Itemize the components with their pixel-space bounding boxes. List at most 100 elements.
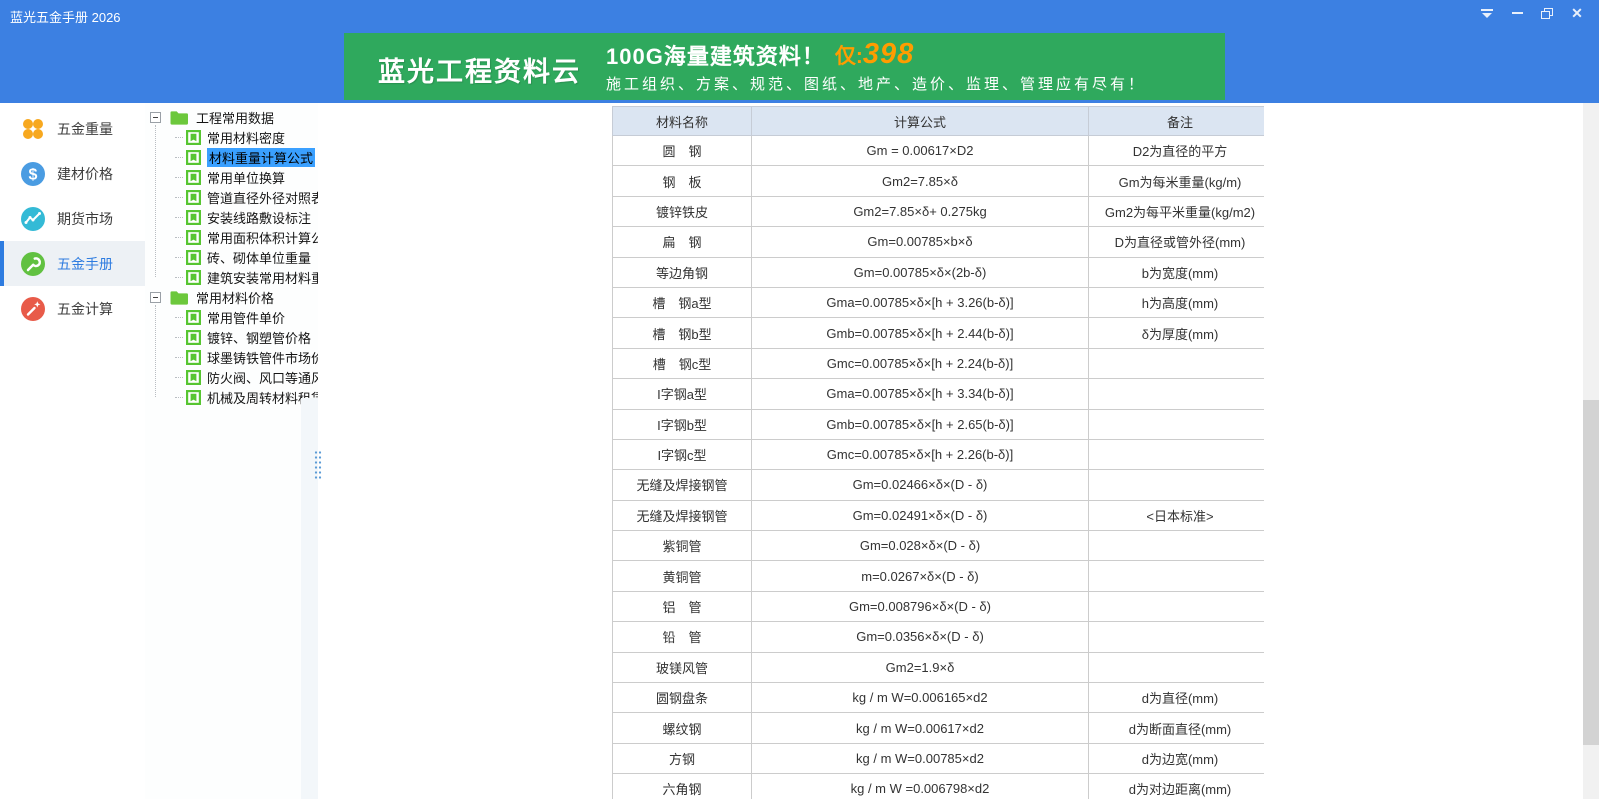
tree-item[interactable]: 安装线路敷设标注	[145, 207, 318, 227]
document-icon	[186, 250, 201, 265]
note-cell	[1089, 470, 1265, 500]
tree-item[interactable]: 建筑安装常用材料重	[145, 267, 318, 287]
note-cell	[1089, 531, 1265, 561]
tree-item[interactable]: 机械及周转材料租赁	[145, 387, 318, 407]
note-cell: d为断面直径(mm)	[1089, 713, 1265, 743]
tree-item[interactable]: 常用面积体积计算公	[145, 227, 318, 247]
material-name-cell: I字钢b型	[613, 409, 752, 439]
note-cell	[1089, 409, 1265, 439]
tree-item[interactable]: 球墨铸铁管件市场价	[145, 347, 318, 367]
formula-cell: Gma=0.00785×δ×[h + 3.34(b-δ)]	[752, 379, 1089, 409]
document-icon	[186, 170, 201, 185]
formula-cell: Gm2=1.9×δ	[752, 652, 1089, 682]
note-cell: Gm2为每平米重量(kg/m2)	[1089, 196, 1265, 226]
sidebar-item-3[interactable]: 期货市场	[0, 196, 145, 241]
calc-icon	[20, 296, 46, 322]
formula-cell: Gm=0.02491×δ×(D - δ)	[752, 500, 1089, 530]
tree-item-label: 常用管件单价	[207, 308, 285, 327]
sidebar-item-2[interactable]: $建材价格	[0, 151, 145, 196]
material-name-cell: 黄铜管	[613, 561, 752, 591]
note-cell: D2为直径的平方	[1089, 136, 1265, 166]
formula-cell: kg / m W=0.00617×d2	[752, 713, 1089, 743]
note-cell	[1089, 591, 1265, 621]
tree-item[interactable]: 镀锌、钢塑管价格	[145, 327, 318, 347]
tree-connector-stub	[175, 137, 183, 138]
document-icon	[186, 230, 201, 245]
table-row: 等边角钢Gm=0.00785×δ×(2b-δ)b为宽度(mm)	[613, 257, 1265, 287]
tree-item-label: 建筑安装常用材料重	[207, 268, 318, 287]
tree-item[interactable]: 砖、砌体单位重量	[145, 247, 318, 267]
maximize-icon[interactable]	[1535, 2, 1559, 24]
note-cell: Gm为每米重量(kg/m)	[1089, 166, 1265, 196]
formula-cell: kg / m W=0.006165×d2	[752, 683, 1089, 713]
formula-cell: Gm=0.02466×δ×(D - δ)	[752, 470, 1089, 500]
app-title: 蓝光五金手册 2026	[10, 7, 121, 26]
formula-cell: kg / m W=0.00785×d2	[752, 743, 1089, 773]
material-name-cell: 镀锌铁皮	[613, 196, 752, 226]
formula-cell: Gmc=0.00785×δ×[h + 2.26(b-δ)]	[752, 439, 1089, 469]
document-icon	[186, 150, 201, 165]
table-row: 铅 管Gm=0.0356×δ×(D - δ)	[613, 622, 1265, 652]
material-name-cell: 槽 钢a型	[613, 287, 752, 317]
table-row: 无缝及焊接钢管Gm=0.02466×δ×(D - δ)	[613, 470, 1265, 500]
table-row: 扁 钢Gm=0.00785×b×δD为直径或管外径(mm)	[613, 227, 1265, 257]
document-icon	[186, 330, 201, 345]
note-cell: d为直径(mm)	[1089, 683, 1265, 713]
banner-brand: 蓝光工程资料云	[378, 50, 581, 89]
tree-item[interactable]: 材料重量计算公式	[145, 147, 318, 167]
column-header-formula: 计算公式	[752, 107, 1089, 136]
tree-connector-stub	[175, 377, 183, 378]
tree-connector-stub	[175, 337, 183, 338]
window-controls: ✕	[1475, 2, 1589, 24]
document-icon	[186, 270, 201, 285]
material-name-cell: I字钢c型	[613, 439, 752, 469]
tree-connector-stub	[175, 277, 183, 278]
tree-section: 工程常用数据常用材料密度材料重量计算公式常用单位换算管道直径外径对照表安装线路敷…	[145, 107, 318, 287]
material-name-cell: 螺纹钢	[613, 713, 752, 743]
collapse-icon[interactable]	[150, 112, 161, 123]
note-cell: d为边宽(mm)	[1089, 743, 1265, 773]
tree-item-label: 防火阀、风口等通风	[207, 368, 318, 387]
material-name-cell: 六角钢	[613, 774, 752, 799]
material-name-cell: 槽 钢b型	[613, 318, 752, 348]
material-name-cell: 铝 管	[613, 591, 752, 621]
formula-cell: kg / m W =0.006798×d2	[752, 774, 1089, 799]
tree-item[interactable]: 常用材料密度	[145, 127, 318, 147]
table-row: 槽 钢b型Gmb=0.00785×δ×[h + 2.44(b-δ)]δ为厚度(m…	[613, 318, 1265, 348]
tree-item[interactable]: 常用单位换算	[145, 167, 318, 187]
formula-cell: Gmb=0.00785×δ×[h + 2.44(b-δ)]	[752, 318, 1089, 348]
skin-menu-icon[interactable]	[1475, 2, 1499, 24]
scrollbar-thumb[interactable]	[1583, 400, 1599, 745]
panel-splitter-handle[interactable]	[314, 450, 322, 480]
vertical-scrollbar[interactable]	[1583, 103, 1599, 799]
tree-folder-label: 常用材料价格	[196, 288, 274, 307]
table-row: 钢 板Gm2=7.85×δGm为每米重量(kg/m)	[613, 166, 1265, 196]
tree-item-label: 球墨铸铁管件市场价	[207, 348, 318, 367]
table-row: 铝 管Gm=0.008796×δ×(D - δ)	[613, 591, 1265, 621]
tree-item-label: 安装线路敷设标注	[207, 208, 311, 227]
tree-folder[interactable]: 常用材料价格	[145, 287, 318, 307]
formula-cell: Gm=0.00785×b×δ	[752, 227, 1089, 257]
banner-subline: 施工组织、方案、规范、图纸、地产、造价、监理、管理应有尽有！	[606, 73, 1146, 94]
table-row: I字钢a型Gma=0.00785×δ×[h + 3.34(b-δ)]	[613, 379, 1265, 409]
tree-folder[interactable]: 工程常用数据	[145, 107, 318, 127]
sidebar-item-4[interactable]: 五金手册	[0, 241, 145, 286]
minimize-icon[interactable]	[1505, 2, 1529, 24]
formula-cell: Gmb=0.00785×δ×[h + 2.65(b-δ)]	[752, 409, 1089, 439]
collapse-icon[interactable]	[150, 292, 161, 303]
tree-item[interactable]: 防火阀、风口等通风	[145, 367, 318, 387]
weight-icon	[20, 116, 46, 142]
tree-item[interactable]: 管道直径外径对照表	[145, 187, 318, 207]
close-icon[interactable]: ✕	[1565, 2, 1589, 24]
formula-table-body: 圆 钢Gm = 0.00617×D2D2为直径的平方钢 板Gm2=7.85×δG…	[613, 136, 1265, 799]
sidebar-item-5[interactable]: 五金计算	[0, 286, 145, 331]
tree-connector-stub	[175, 157, 183, 158]
promo-banner[interactable]: 蓝光工程资料云 100G海量建筑资料！ 仅: 398 施工组织、方案、规范、图纸…	[344, 33, 1225, 100]
note-cell: δ为厚度(mm)	[1089, 318, 1265, 348]
table-row: 槽 钢a型Gma=0.00785×δ×[h + 3.26(b-δ)]h为高度(m…	[613, 287, 1265, 317]
sidebar-item-1[interactable]: 五金重量	[0, 106, 145, 151]
banner-headline: 100G海量建筑资料！	[606, 39, 825, 71]
sidebar: 五金重量$建材价格期货市场五金手册五金计算	[0, 103, 145, 799]
tree-connector-stub	[175, 257, 183, 258]
tree-item[interactable]: 常用管件单价	[145, 307, 318, 327]
